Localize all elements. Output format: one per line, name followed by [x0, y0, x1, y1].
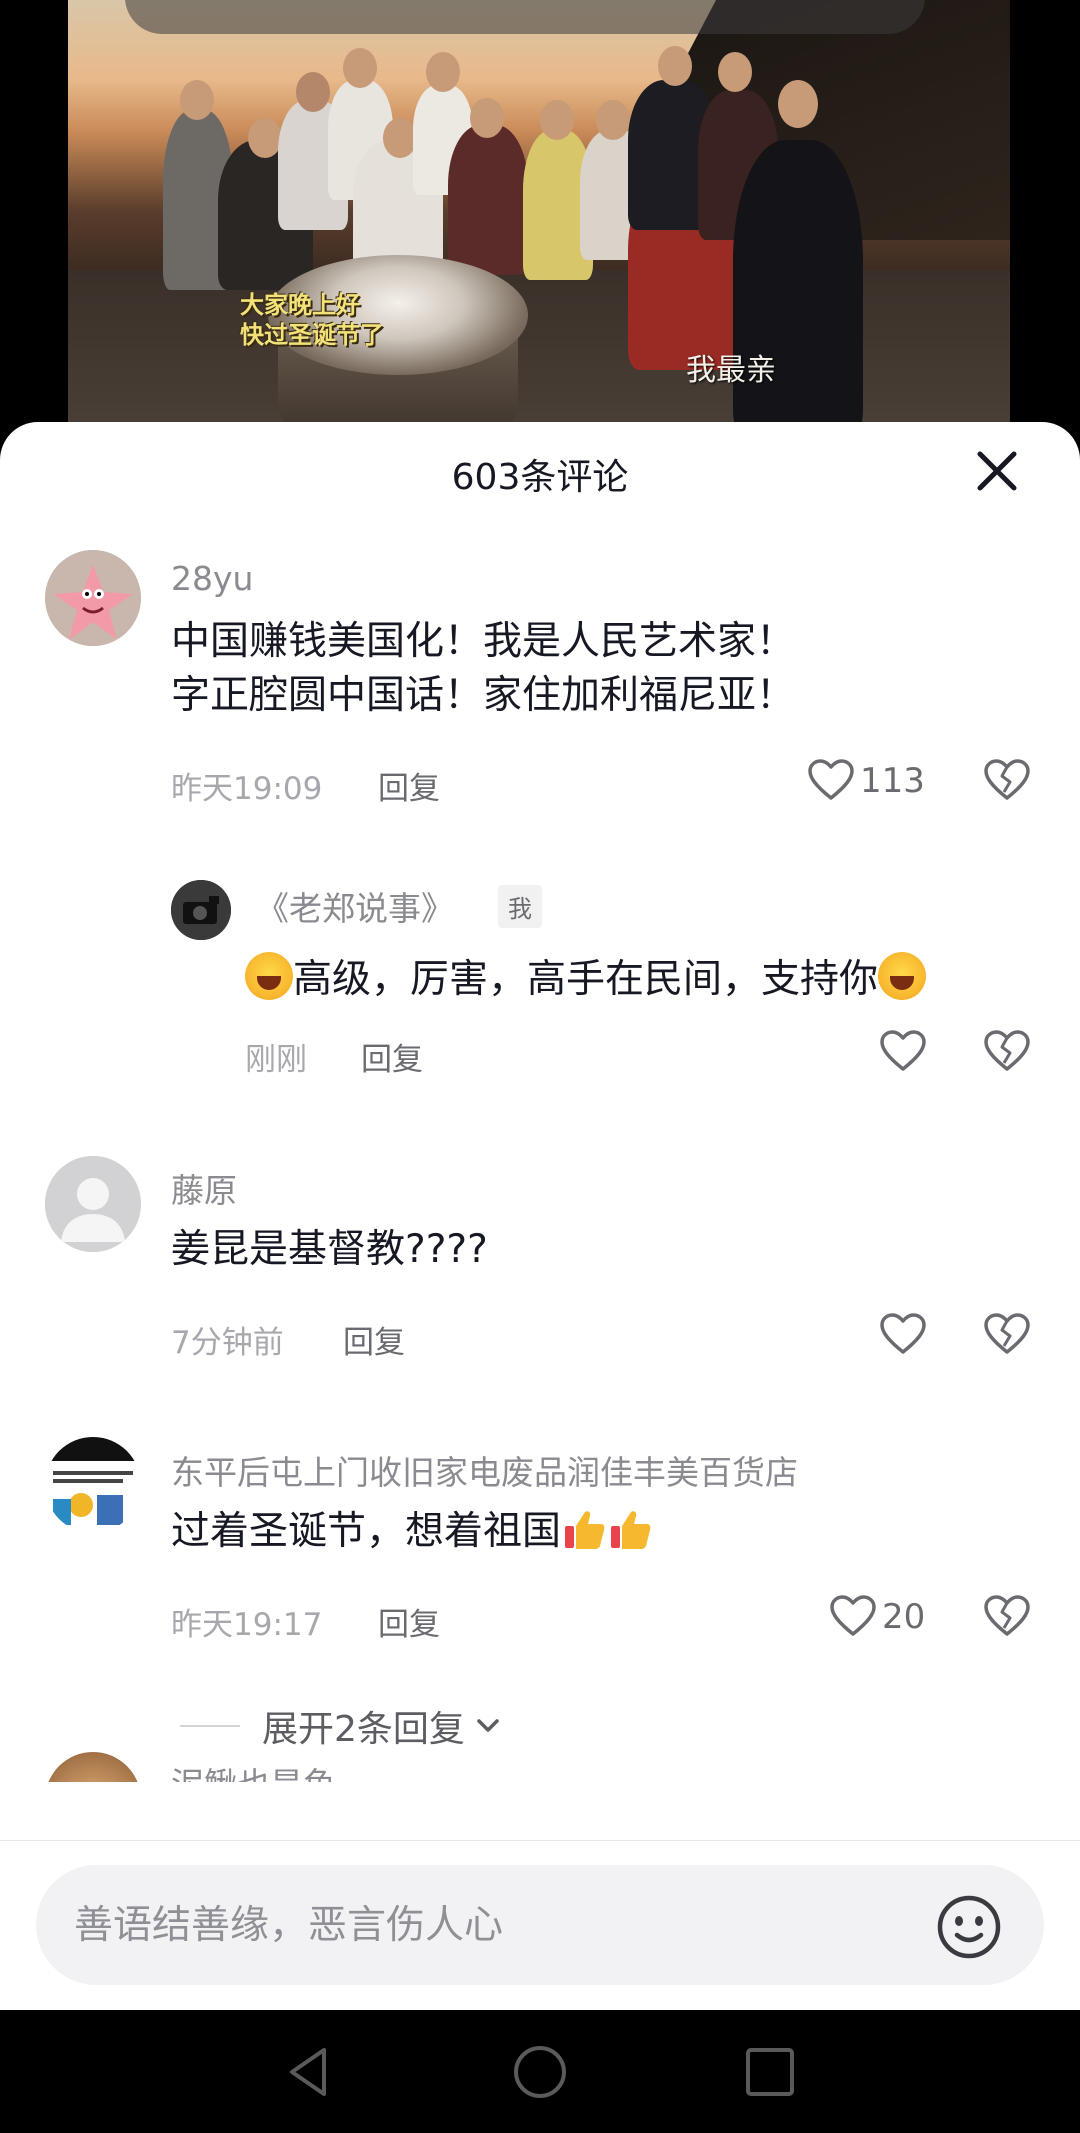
reply-button[interactable]: 回复 [361, 1034, 423, 1079]
video-person [733, 140, 863, 440]
comment-time: 昨天19:09 [171, 771, 323, 807]
video-player[interactable]: 大家晚上好 快过圣诞节了 我最亲 [0, 0, 1080, 440]
next-comment-peek: 泥鳅也是鱼 [0, 1752, 1080, 1782]
reply-text-content: 高级，厉害，高手在民间，支持你 [293, 957, 879, 1002]
avatar[interactable] [45, 1752, 141, 1782]
expand-replies-button[interactable]: 展开2条回复 [180, 1700, 505, 1752]
avatar[interactable] [45, 1156, 141, 1252]
home-circle-icon [514, 2046, 566, 2098]
video-caption-left: 大家晚上好 快过圣诞节了 [240, 290, 384, 350]
video-person [448, 125, 528, 275]
like-button[interactable] [878, 1310, 928, 1360]
comment-text-line: 中国赚钱美国化！我是人民艺术家！ [171, 619, 796, 664]
close-icon [977, 451, 1017, 491]
system-navigation-bar [0, 2010, 1080, 2133]
reply-username[interactable]: 《老郑说事》 [256, 882, 454, 930]
expand-divider-line [180, 1725, 240, 1727]
heart-icon [830, 1595, 876, 1636]
comment-sheet: 603条评论 28yu 中国赚钱美国化！我是人民艺术家！ 字正腔圆中国话！家住加… [0, 422, 1080, 2010]
heart-icon [808, 759, 854, 800]
broken-heart-icon [984, 1313, 1030, 1354]
chevron-down-icon [477, 1719, 499, 1732]
nav-recents-button[interactable] [740, 2042, 800, 2102]
me-badge: 我 [498, 885, 542, 928]
dislike-button[interactable] [982, 1592, 1032, 1642]
video-caption-right: 我最亲 [686, 353, 776, 388]
dislike-button[interactable] [982, 756, 1032, 806]
comment-text-line: 字正腔圆中国话！家住加利福尼亚！ [171, 673, 796, 718]
video-person-head [470, 98, 504, 138]
heart-icon [880, 1030, 926, 1071]
like-count: 113 [860, 761, 925, 801]
video-frame: 大家晚上好 快过圣诞节了 我最亲 [68, 0, 1010, 440]
reply-button[interactable]: 回复 [378, 763, 440, 808]
broken-heart-icon [984, 1595, 1030, 1636]
video-caption-line: 大家晚上好 [240, 291, 360, 319]
recents-square-icon [746, 2048, 794, 2096]
smiley-face-icon [937, 1895, 1001, 1959]
comment-time: 昨天19:17 [171, 1607, 323, 1643]
thumbs-up-emoji-icon [561, 1506, 607, 1552]
comment-username[interactable]: 28yu [171, 559, 253, 598]
like-button[interactable]: 113 [806, 756, 925, 806]
default-user-avatar-icon [45, 1156, 141, 1252]
comment-text: 姜昆是基督教???? [171, 1227, 488, 1272]
video-person-head [778, 80, 818, 128]
video-person-head [296, 72, 330, 112]
store-avatar-icon [45, 1437, 141, 1533]
avatar[interactable] [171, 880, 231, 940]
reply-button[interactable]: 回复 [378, 1599, 440, 1644]
comment-username[interactable]: 藤原 [171, 1164, 237, 1212]
video-person-head [718, 52, 752, 92]
comment-username[interactable]: 东平后屯上门收旧家电废品润佳丰美百货店 [171, 1446, 798, 1494]
comment-text: 过着圣诞节，想着祖国 [171, 1505, 653, 1559]
comment-time: 7分钟前 [171, 1325, 284, 1361]
comment-username[interactable]: 泥鳅也是鱼 [171, 1758, 336, 1782]
broken-heart-icon [984, 759, 1030, 800]
video-person-head [383, 118, 417, 158]
video-caption-line: 快过圣诞节了 [240, 321, 384, 349]
comment-count-title: 603条评论 [451, 457, 629, 498]
video-terrace [68, 270, 1010, 440]
video-person-head [658, 46, 692, 86]
heart-icon [880, 1313, 926, 1354]
video-top-overlay [125, 0, 925, 34]
video-person-head [248, 118, 282, 158]
comment-text-content: 过着圣诞节，想着祖国 [171, 1509, 562, 1554]
comment-input-bar [0, 1840, 1080, 2010]
broken-heart-icon [984, 1030, 1030, 1071]
like-button[interactable] [878, 1027, 928, 1077]
video-person-head [540, 100, 574, 140]
video-person-head [180, 80, 214, 120]
laughing-tears-emoji-icon [245, 952, 293, 1000]
nav-home-button[interactable] [510, 2042, 570, 2102]
comment-input[interactable] [36, 1865, 1044, 1985]
expand-replies-label: 展开2条回复 [262, 1709, 465, 1750]
reply-button[interactable]: 回复 [343, 1317, 405, 1362]
avatar[interactable] [45, 1437, 141, 1533]
back-triangle-icon [290, 2048, 326, 2096]
nav-back-button[interactable] [280, 2042, 340, 2102]
close-button[interactable] [972, 446, 1022, 496]
reply-text: 高级，厉害，高手在民间，支持你 [245, 952, 927, 1007]
video-person-head [343, 48, 377, 88]
video-person-head [596, 100, 630, 140]
like-button[interactable]: 20 [828, 1592, 925, 1642]
dislike-button[interactable] [982, 1027, 1032, 1077]
laughing-tears-emoji-icon [878, 952, 927, 1000]
video-person-head [426, 52, 460, 92]
emoji-button[interactable] [935, 1893, 1003, 1961]
dislike-button[interactable] [982, 1310, 1032, 1360]
camera-avatar-icon [171, 880, 231, 940]
comment-text: 中国赚钱美国化！我是人民艺术家！ 字正腔圆中国话！家住加利福尼亚！ [171, 615, 795, 723]
avatar[interactable] [45, 550, 141, 646]
thumbs-up-emoji-icon [607, 1506, 653, 1552]
like-count: 20 [882, 1597, 926, 1637]
reply-time: 刚刚 [245, 1042, 307, 1078]
patrick-star-avatar-icon [45, 550, 141, 646]
